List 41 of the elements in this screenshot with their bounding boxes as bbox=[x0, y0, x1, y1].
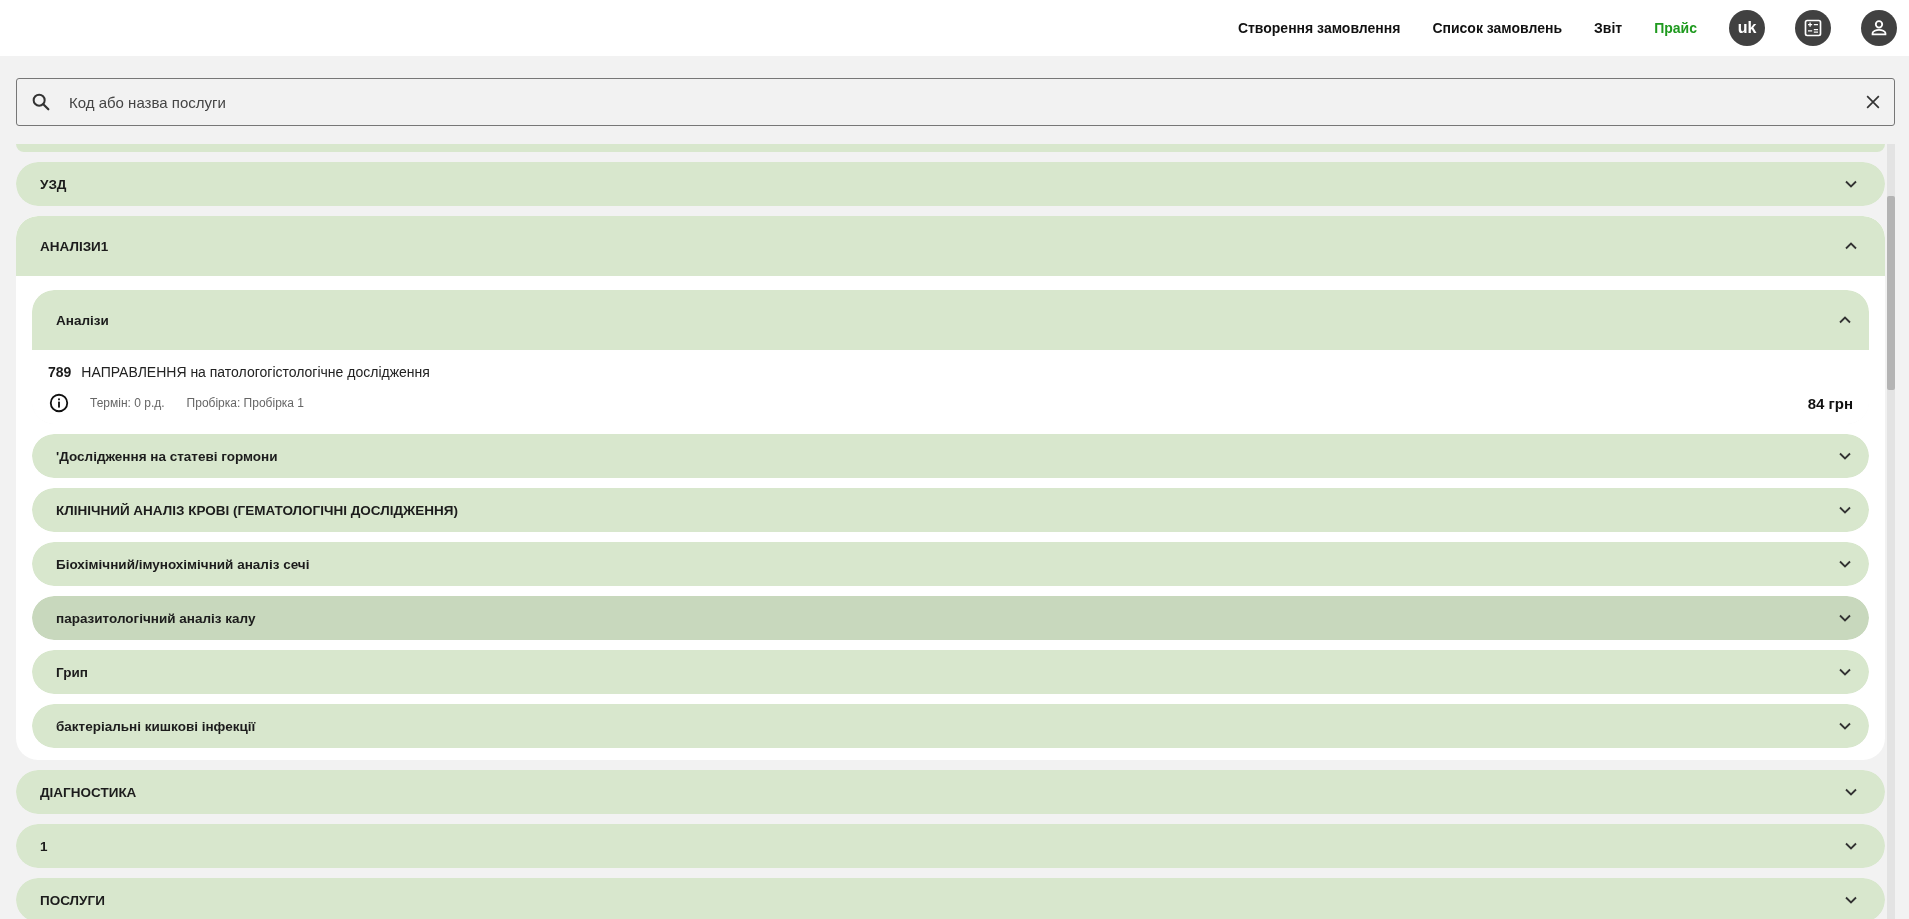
group-title: КЛІНІЧНИЙ АНАЛІЗ КРОВІ (ГЕМАТОЛОГІЧНІ ДОСЛІДЖЕННЯ) bbox=[56, 502, 458, 518]
info-icon[interactable] bbox=[48, 392, 70, 414]
language-button[interactable]: uk bbox=[1729, 10, 1765, 46]
scrollbar[interactable] bbox=[1887, 144, 1895, 919]
category-title: УЗД bbox=[40, 176, 67, 192]
service-price: 84 грн bbox=[1807, 394, 1853, 412]
group-title: 'Дослідження на статеві гормони bbox=[56, 448, 278, 464]
group-title: бактеріальні кишкові інфекції bbox=[56, 718, 256, 734]
account-button[interactable] bbox=[1861, 10, 1897, 46]
search-field[interactable]: Код або назва послуги bbox=[16, 78, 1895, 126]
accordion-header[interactable]: ДІАГНОСТИКА bbox=[16, 770, 1885, 814]
nav-link[interactable]: Список замовлень bbox=[1432, 20, 1563, 36]
category-title: 1 bbox=[40, 838, 48, 854]
nav-link[interactable]: Створення замовлення bbox=[1237, 20, 1401, 36]
accordion-header[interactable]: АНАЛІЗИ1 bbox=[16, 216, 1885, 276]
accordion-header[interactable]: УЗД bbox=[16, 162, 1885, 206]
category-title: АНАЛІЗИ1 bbox=[40, 238, 109, 254]
nav-link[interactable]: Прайс bbox=[1654, 20, 1697, 36]
accordion-header[interactable]: 1 bbox=[16, 824, 1885, 868]
service-tube: Пробірка: Пробірка 1 bbox=[186, 396, 304, 410]
calculator-icon bbox=[1803, 18, 1823, 38]
accordion-header[interactable]: бактеріальні кишкові інфекції bbox=[32, 704, 1869, 748]
service-term: Термін: 0 р.д. bbox=[90, 396, 165, 410]
accordion-header[interactable]: Аналізи bbox=[32, 290, 1869, 350]
calculator-button[interactable] bbox=[1795, 10, 1831, 46]
group-title: Біохімічний/імунохімічний аналіз сечі bbox=[56, 556, 310, 572]
service-name: НАПРАВЛЕННЯ на патологогістологічне дослідження bbox=[81, 364, 430, 380]
accordion-header[interactable]: Грип bbox=[32, 650, 1869, 694]
nav-link[interactable]: Звіт bbox=[1594, 20, 1623, 36]
accordion-header[interactable]: КЛІНІЧНИЙ АНАЛІЗ КРОВІ (ГЕМАТОЛОГІЧНІ ДОСЛІДЖЕННЯ) bbox=[32, 488, 1869, 532]
category-title: ДІАГНОСТИКА bbox=[40, 784, 137, 800]
group-title: Аналізи bbox=[56, 312, 109, 328]
accordion-header[interactable]: 'Дослідження на статеві гормони bbox=[32, 434, 1869, 478]
service-card[interactable]: 789 НАПРАВЛЕННЯ на патологогістологічне дослідження Термін: 0 р.д. Пробірка: Пробірка 1 84 грн bbox=[32, 350, 1869, 424]
group-title: паразитологічний аналіз калу bbox=[56, 610, 256, 626]
accordion-header[interactable]: ПОСЛУГИ bbox=[16, 878, 1885, 919]
group-title: Грип bbox=[56, 664, 88, 680]
category-title: ПОСЛУГИ bbox=[40, 892, 105, 908]
service-code: 789 bbox=[48, 364, 72, 380]
accordion-header[interactable]: Біохімічний/імунохімічний аналіз сечі bbox=[32, 542, 1869, 586]
accordion-header[interactable]: паразитологічний аналіз калу bbox=[32, 596, 1869, 640]
